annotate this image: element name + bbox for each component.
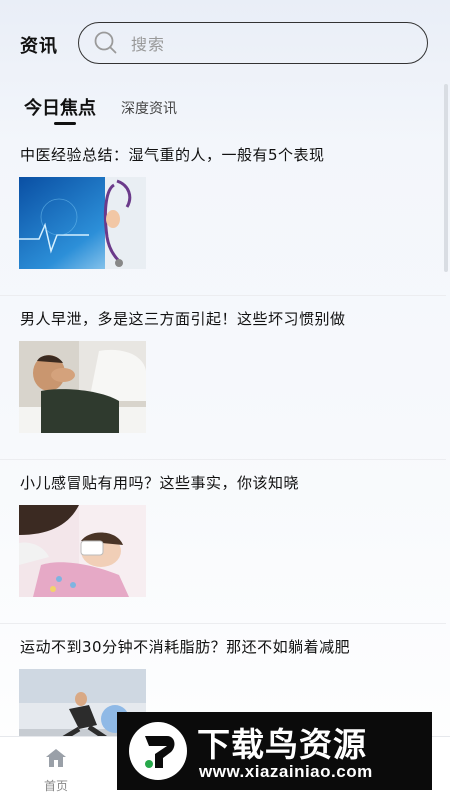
news-title: 小儿感冒贴有用吗？这些事实，你该知晓 [20, 474, 300, 492]
search-icon [94, 31, 117, 54]
news-thumbnail-child [19, 505, 146, 597]
bird-logo-icon [129, 722, 187, 780]
tab-today-focus[interactable]: 今日焦点 [24, 94, 96, 120]
news-thumbnail-man-in-bed [19, 341, 146, 433]
tab-bar: 今日焦点 深度资讯 [0, 92, 450, 132]
active-tab-indicator [54, 122, 76, 125]
home-icon [46, 749, 66, 767]
watermark-title: 下载鸟资源 [197, 725, 367, 764]
news-item[interactable]: 中医经验总结：湿气重的人，一般有5个表现 [0, 132, 446, 296]
news-title: 运动不到30分钟不消耗脂肪？那还不如躺着减肥 [20, 638, 351, 656]
news-title: 中医经验总结：湿气重的人，一般有5个表现 [20, 146, 325, 164]
search-input[interactable]: 搜索 [78, 22, 428, 64]
app-header: 资讯 搜索 [0, 0, 450, 88]
tab-in-depth[interactable]: 深度资讯 [121, 98, 177, 118]
news-item[interactable]: 小儿感冒贴有用吗？这些事实，你该知晓 [0, 460, 446, 624]
nav-home-label: 首页 [43, 779, 68, 793]
news-item[interactable]: 男人早泄，多是这三方面引起！这些坏习惯别做 [0, 296, 446, 460]
watermark-banner: 下载鸟资源 www.xiazainiao.com [117, 712, 432, 790]
search-placeholder: 搜索 [131, 35, 166, 54]
nav-home[interactable]: 首页 [30, 747, 82, 797]
news-title: 男人早泄，多是这三方面引起！这些坏习惯别做 [20, 310, 346, 328]
page-title: 资讯 [20, 36, 58, 57]
news-thumbnail-medical [19, 177, 146, 269]
watermark-url: www.xiazainiao.com [199, 762, 373, 781]
